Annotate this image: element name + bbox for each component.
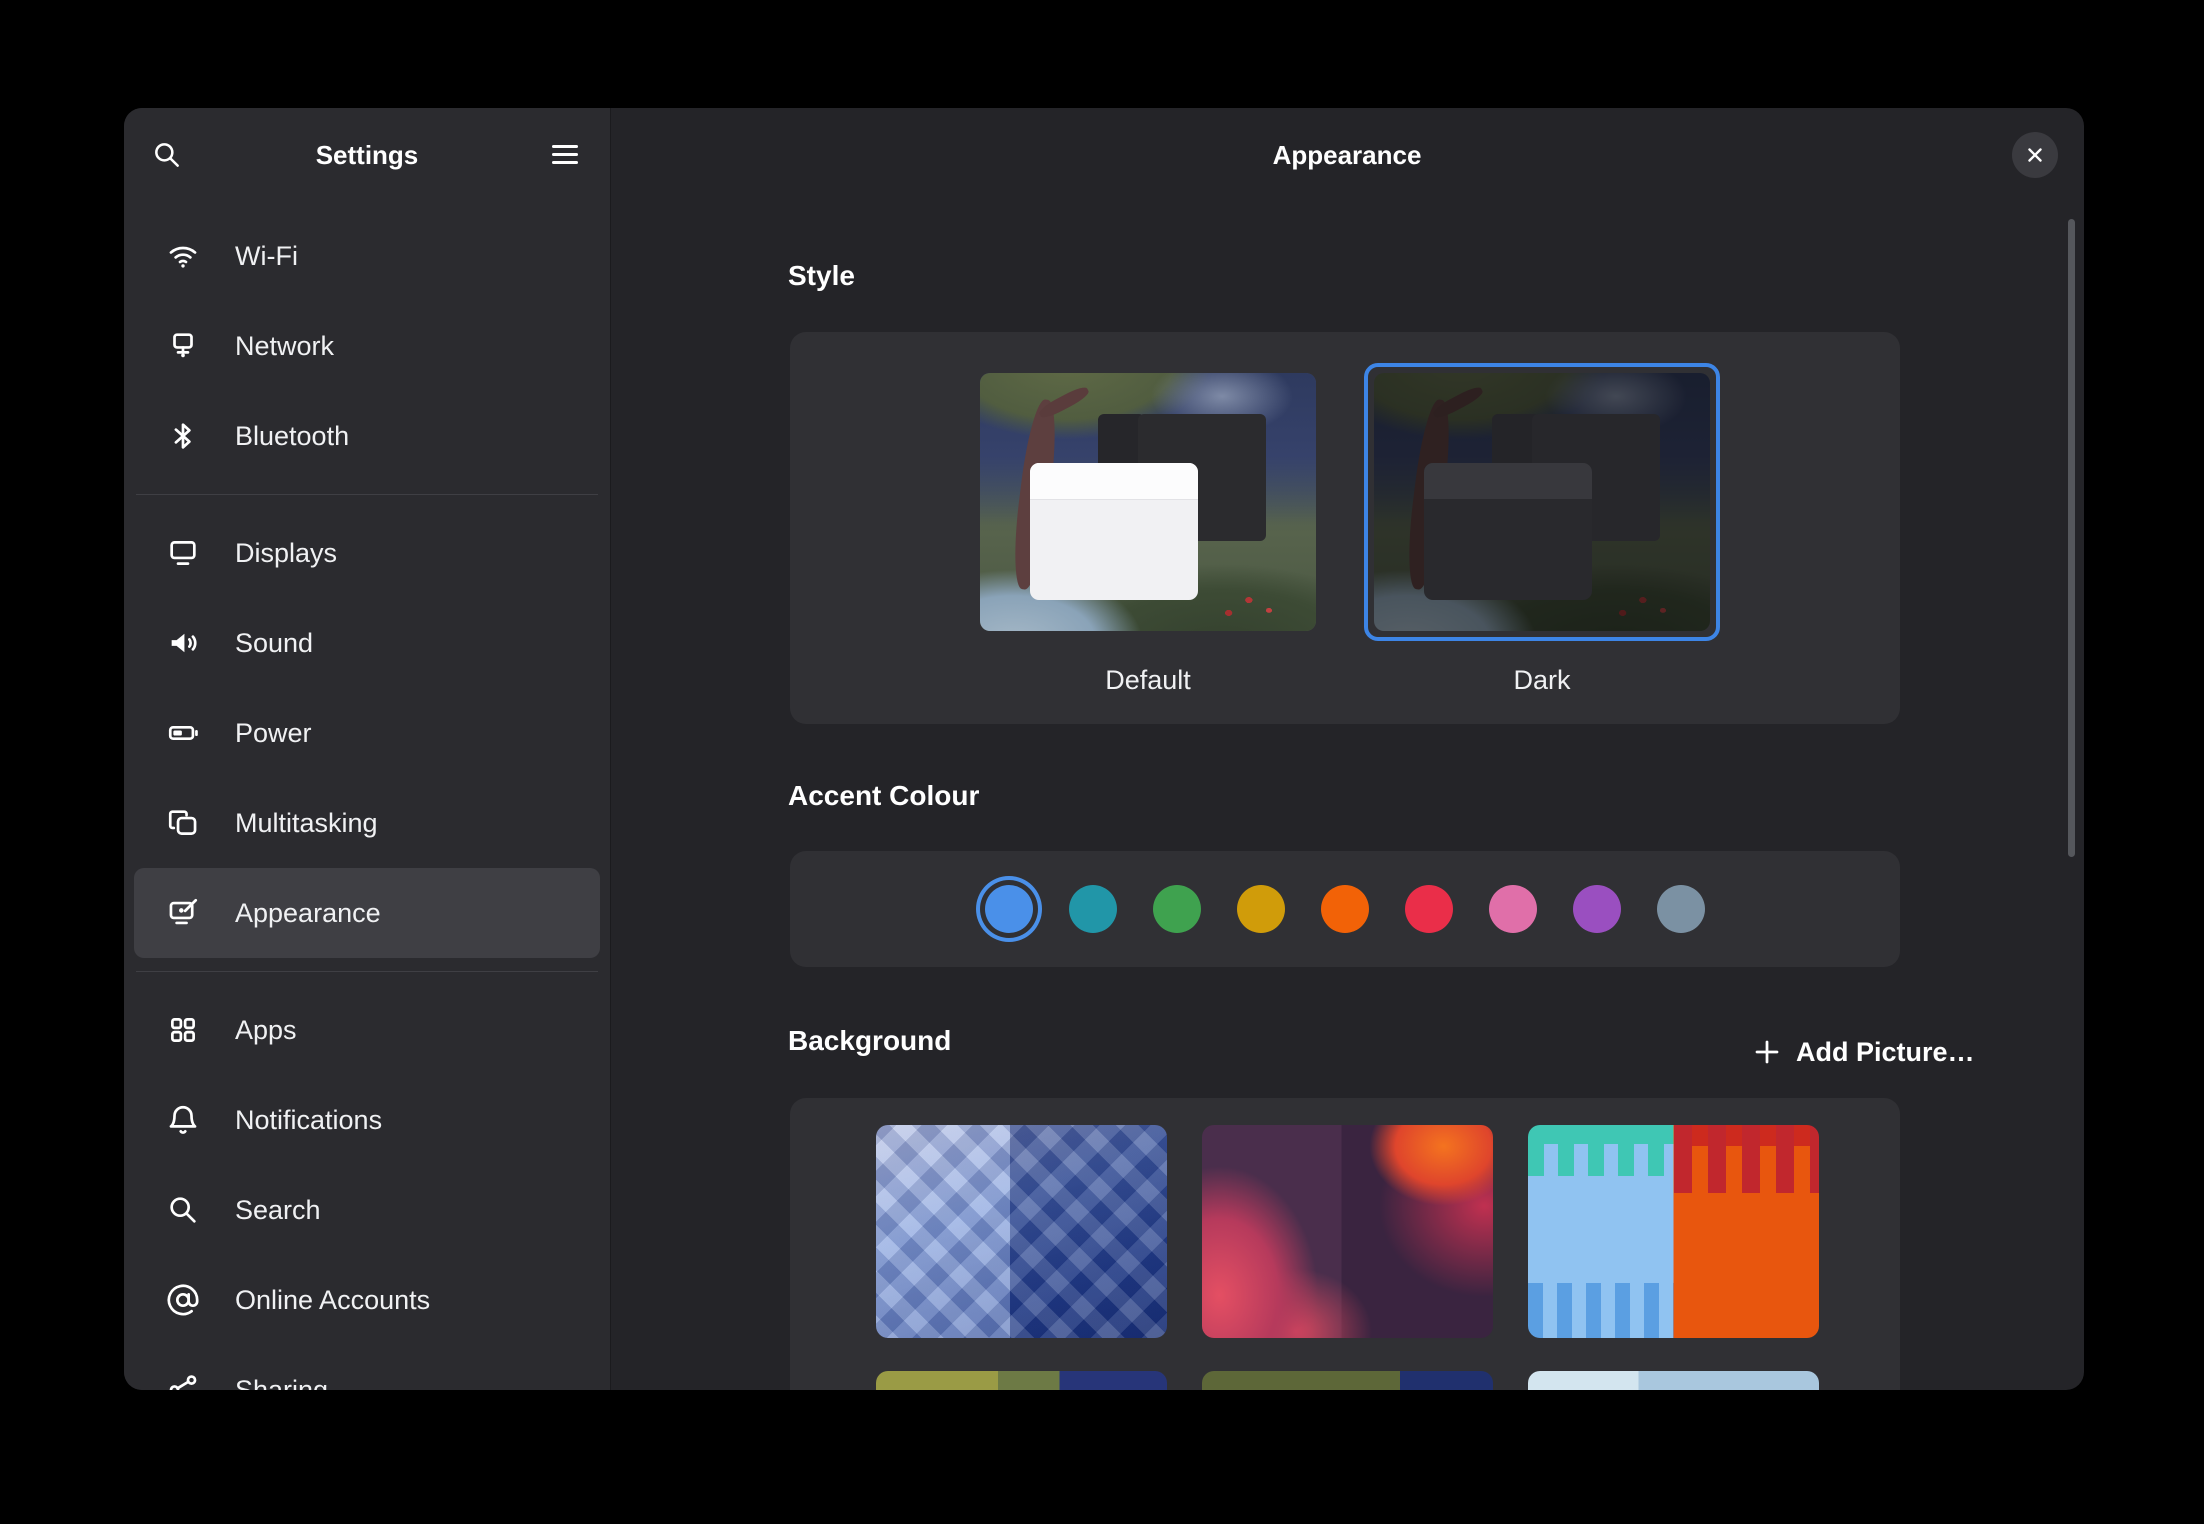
sidebar-item-multitasking[interactable]: Multitasking <box>134 778 600 868</box>
sidebar-header: Settings <box>124 108 610 203</box>
sidebar-item-wifi[interactable]: Wi-Fi <box>134 211 600 301</box>
bluetooth-icon <box>166 419 200 453</box>
wallpaper-thumb-blue-cubes[interactable] <box>876 1125 1167 1338</box>
sidebar-item-label: Appearance <box>235 898 381 929</box>
style-default-frame <box>970 363 1326 641</box>
wallpaper-thumb-meadow[interactable] <box>876 1371 1167 1390</box>
sound-icon <box>166 626 200 660</box>
sidebar-item-label: Online Accounts <box>235 1285 430 1316</box>
add-picture-button[interactable]: Add Picture… <box>1752 1028 1975 1076</box>
sharing-icon <box>166 1373 200 1390</box>
close-icon <box>2024 144 2046 166</box>
sidebar-item-online-accounts[interactable]: Online Accounts <box>134 1255 600 1345</box>
add-picture-label: Add Picture… <box>1796 1037 1975 1068</box>
accent-color-teal[interactable] <box>1069 885 1117 933</box>
sidebar-item-label: Power <box>235 718 312 749</box>
sidebar-title: Settings <box>124 108 610 203</box>
sidebar-item-power[interactable]: Power <box>134 688 600 778</box>
close-button[interactable] <box>2012 132 2058 178</box>
sidebar-item-label: Sound <box>235 628 313 659</box>
network-icon <box>166 329 200 363</box>
style-default-preview <box>980 373 1316 631</box>
background-heading: Background <box>788 1025 951 1057</box>
sidebar-item-label: Displays <box>235 538 337 569</box>
accent-heading: Accent Colour <box>788 780 979 812</box>
style-option-default[interactable]: Default <box>970 363 1326 724</box>
plus-icon <box>1752 1037 1782 1067</box>
accent-color-green[interactable] <box>1153 885 1201 933</box>
apps-icon <box>166 1013 200 1047</box>
displays-icon <box>166 536 200 570</box>
sidebar-item-notifications[interactable]: Notifications <box>134 1075 600 1165</box>
sidebar-item-label: Notifications <box>235 1105 382 1136</box>
main-menu-button[interactable] <box>545 134 585 174</box>
style-dark-preview <box>1374 373 1710 631</box>
style-heading: Style <box>788 260 855 292</box>
sidebar-nav: Wi-Fi Network Bluetooth <box>124 211 610 1390</box>
sidebar-item-sound[interactable]: Sound <box>134 598 600 688</box>
sidebar-item-network[interactable]: Network <box>134 301 600 391</box>
sidebar-item-label: Search <box>235 1195 321 1226</box>
sidebar-item-displays[interactable]: Displays <box>134 508 600 598</box>
multitasking-icon <box>166 806 200 840</box>
style-option-label: Dark <box>1513 665 1570 696</box>
sidebar-divider <box>124 481 610 508</box>
sidebar-item-search[interactable]: Search <box>134 1165 600 1255</box>
online-accounts-icon <box>166 1283 200 1317</box>
wifi-icon <box>166 239 200 273</box>
sidebar-item-appearance[interactable]: Appearance <box>134 868 600 958</box>
style-card: Default Dark <box>790 332 1900 724</box>
wallpaper-thumb-magma-waves[interactable] <box>1202 1125 1493 1338</box>
accent-color-blue[interactable] <box>985 885 1033 933</box>
accent-color-red[interactable] <box>1405 885 1453 933</box>
appearance-icon <box>166 896 200 930</box>
wallpaper-thumb-pills-day-night[interactable] <box>1528 1125 1819 1338</box>
wallpaper-thumb-olive-night[interactable] <box>1202 1371 1493 1390</box>
mock-window-front-light <box>1030 463 1198 600</box>
accent-color-orange[interactable] <box>1321 885 1369 933</box>
sidebar-item-label: Apps <box>235 1015 297 1046</box>
accent-card <box>790 851 1900 967</box>
accent-color-yellow[interactable] <box>1237 885 1285 933</box>
sidebar-item-label: Bluetooth <box>235 421 349 452</box>
style-option-dark[interactable]: Dark <box>1364 363 1720 724</box>
sidebar-item-label: Multitasking <box>235 808 378 839</box>
desktop: Settings Wi-Fi <box>0 0 2204 1524</box>
sidebar: Settings Wi-Fi <box>124 108 610 1390</box>
page-title: Appearance <box>610 108 2084 203</box>
sidebar-item-label: Sharing <box>235 1375 328 1391</box>
power-icon <box>166 716 200 750</box>
search-icon <box>166 1193 200 1227</box>
accent-color-slate[interactable] <box>1657 885 1705 933</box>
style-dark-frame <box>1364 363 1720 641</box>
background-card <box>790 1098 1900 1390</box>
sidebar-divider <box>124 958 610 985</box>
sidebar-item-sharing[interactable]: Sharing <box>134 1345 600 1390</box>
style-option-label: Default <box>1105 665 1191 696</box>
accent-color-purple[interactable] <box>1573 885 1621 933</box>
notifications-icon <box>166 1103 200 1137</box>
sidebar-item-bluetooth[interactable]: Bluetooth <box>134 391 600 481</box>
sidebar-item-label: Wi-Fi <box>235 241 298 272</box>
sidebar-separator <box>610 108 611 1390</box>
settings-window: Settings Wi-Fi <box>124 108 2084 1390</box>
accent-color-pink[interactable] <box>1489 885 1537 933</box>
sidebar-item-label: Network <box>235 331 334 362</box>
hamburger-icon <box>552 145 578 148</box>
sidebar-item-apps[interactable]: Apps <box>134 985 600 1075</box>
vertical-scrollbar[interactable] <box>2068 219 2075 857</box>
wallpaper-thumb-light-drips[interactable] <box>1528 1371 1819 1390</box>
mock-window-front-dark <box>1424 463 1592 600</box>
